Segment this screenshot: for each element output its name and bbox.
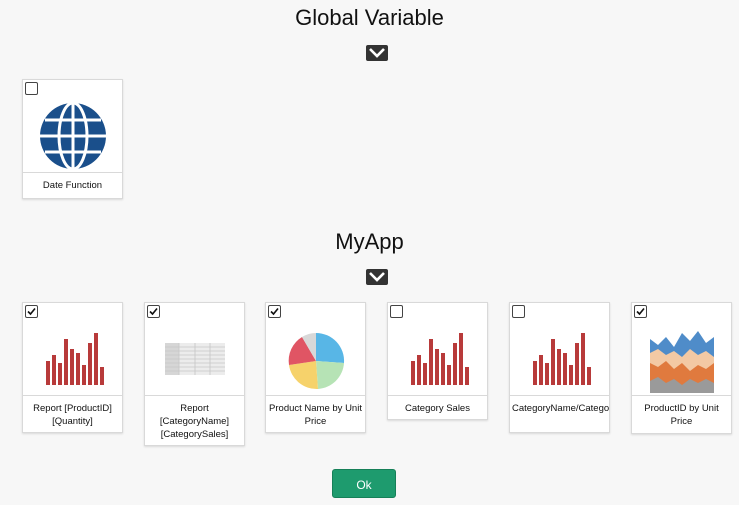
item-thumbnail: [266, 303, 365, 396]
ok-button[interactable]: Ok: [332, 469, 396, 498]
globe-icon: [40, 101, 106, 171]
item-card-report-categoryname-categorysales[interactable]: Report [CategoryName] [CategorySales]: [144, 302, 245, 446]
item-thumbnail: [23, 80, 122, 173]
bar-chart-icon: [533, 333, 591, 385]
item-label: CategoryName/Catego Sales for 20: [512, 403, 609, 414]
item-thumbnail: [23, 303, 122, 396]
area-chart-icon: [650, 331, 714, 393]
chevron-down-icon[interactable]: [366, 269, 388, 285]
section-title-global-variable: Global Variable: [295, 5, 444, 30]
item-thumbnail: [632, 303, 731, 396]
item-card-productid-by-unit-price[interactable]: ProductID by Unit Price: [631, 302, 732, 434]
item-label: Date Function: [42, 180, 103, 191]
item-card-product-name-by-unit-price[interactable]: Product Name by Unit Price: [265, 302, 366, 433]
pie-chart-icon: [288, 332, 345, 390]
item-thumbnail: [388, 303, 487, 396]
item-label: ProductID by Unit Price: [644, 403, 719, 427]
item-thumbnail: [145, 303, 244, 396]
item-card-date-function[interactable]: Date Function: [22, 79, 123, 199]
item-label: Product Name by Unit Price: [269, 403, 362, 427]
item-card-report-productid-quantity[interactable]: Report [ProductID] [Quantity]: [22, 302, 123, 433]
bar-chart-icon: [411, 333, 469, 385]
bar-chart-icon: [46, 333, 104, 385]
item-label: Report [CategoryName] [CategorySales]: [159, 403, 230, 440]
item-card-categoryname-sales[interactable]: CategoryName/Catego Sales for 20: [509, 302, 610, 433]
table-icon: [165, 343, 225, 375]
section-title-myapp: MyApp: [335, 229, 404, 254]
item-thumbnail: [510, 303, 609, 396]
item-label: Category Sales: [405, 403, 470, 414]
item-label: Report [ProductID] [Quantity]: [33, 403, 112, 427]
chevron-down-icon[interactable]: [366, 45, 388, 61]
item-card-category-sales[interactable]: Category Sales: [387, 302, 488, 420]
